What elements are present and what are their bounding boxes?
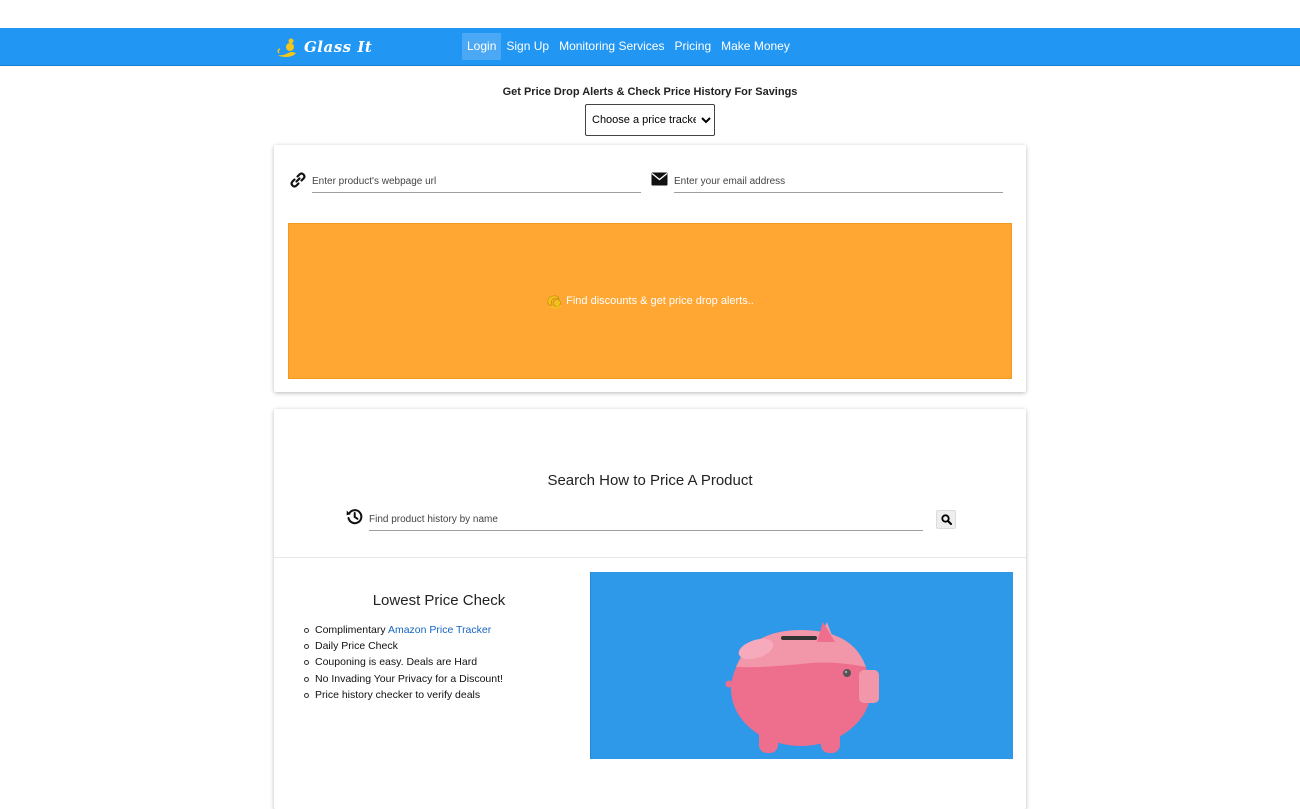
link-icon bbox=[290, 172, 306, 188]
piggy-bank-panel bbox=[590, 572, 1013, 759]
top-navbar: Glass It Login Sign Up Monitoring Servic… bbox=[0, 28, 1300, 66]
feature-list: Complimentary Amazon Price Tracker Daily… bbox=[304, 622, 503, 703]
price-history-card: Search How to Price A Product Lowest Pri… bbox=[274, 409, 1026, 809]
search-icon bbox=[940, 514, 952, 525]
history-search-input[interactable] bbox=[369, 508, 923, 530]
lowest-price-title: Lowest Price Check bbox=[372, 592, 506, 609]
genie-icon bbox=[546, 294, 563, 309]
history-search-button[interactable] bbox=[936, 510, 956, 529]
section-divider bbox=[274, 557, 1026, 558]
list-item: Daily Price Check bbox=[304, 638, 503, 654]
nav-pricing[interactable]: Pricing bbox=[669, 33, 716, 60]
list-item: Couponing is easy. Deals are Hard bbox=[304, 654, 503, 670]
list-item: Price history checker to verify deals bbox=[304, 687, 503, 703]
piggy-bank-illustration bbox=[725, 622, 879, 753]
nav-monitoring-services[interactable]: Monitoring Services bbox=[554, 33, 669, 60]
list-item: No Invading Your Privacy for a Discount! bbox=[304, 671, 503, 687]
history-title: Search How to Price A Product bbox=[547, 472, 753, 489]
nav-make-money[interactable]: Make Money bbox=[716, 33, 795, 60]
product-url-input[interactable] bbox=[312, 170, 641, 192]
history-icon bbox=[346, 509, 363, 525]
main-nav: Login Sign Up Monitoring Services Pricin… bbox=[462, 33, 795, 60]
logo[interactable]: Glass It bbox=[276, 36, 372, 58]
nav-login[interactable]: Login bbox=[462, 33, 502, 60]
list-item: Complimentary Amazon Price Tracker bbox=[304, 622, 503, 638]
email-input[interactable] bbox=[674, 170, 1003, 192]
envelope-icon bbox=[651, 172, 668, 186]
history-search-field bbox=[369, 508, 923, 531]
url-field bbox=[312, 170, 641, 193]
feature-text: Complimentary bbox=[315, 624, 388, 636]
logo-text: Glass It bbox=[304, 38, 373, 56]
price-tracker-select[interactable]: Choose a price tracker bbox=[585, 104, 715, 136]
nav-sign-up[interactable]: Sign Up bbox=[501, 33, 554, 60]
email-field bbox=[674, 170, 1003, 193]
find-discounts-button[interactable]: Find discounts & get price drop alerts.. bbox=[288, 223, 1012, 379]
page-headline: Get Price Drop Alerts & Check Price Hist… bbox=[502, 86, 798, 98]
amazon-price-tracker-link[interactable]: Amazon Price Tracker bbox=[388, 624, 491, 636]
find-discounts-label: Find discounts & get price drop alerts.. bbox=[566, 295, 754, 307]
genie-logo-icon bbox=[277, 38, 296, 57]
price-alert-card: Find discounts & get price drop alerts.. bbox=[274, 145, 1026, 392]
